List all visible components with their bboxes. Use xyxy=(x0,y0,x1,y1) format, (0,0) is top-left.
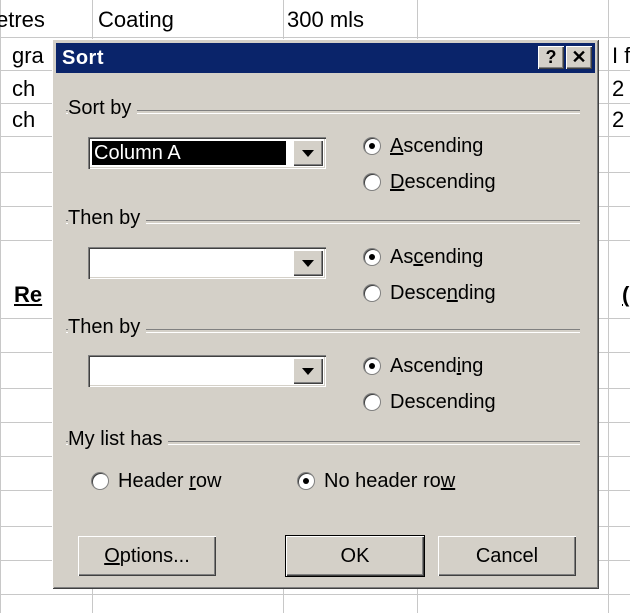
then-by-1-value xyxy=(92,251,286,275)
cell-row1-col1[interactable]: etres xyxy=(0,8,45,32)
close-icon[interactable]: ✕ xyxy=(566,46,592,69)
header-row-label[interactable]: Header row xyxy=(118,470,221,492)
then-by-2-value xyxy=(92,359,286,383)
list-has-label: My list has xyxy=(68,428,169,450)
no-header-row-radio[interactable] xyxy=(298,473,314,489)
ok-button[interactable]: OK xyxy=(286,536,424,576)
then-by-1-ascending-radio[interactable] xyxy=(364,249,380,265)
then-by-1-descending-label[interactable]: Descending xyxy=(390,282,496,304)
then-by-2-descending-radio[interactable] xyxy=(364,394,380,410)
then-by-2-ascending-label[interactable]: Ascending xyxy=(390,355,483,377)
cell-heading-left[interactable]: Re xyxy=(14,283,42,307)
cell-row2-right[interactable]: I f xyxy=(612,44,630,68)
cell-row3-right[interactable]: 2 xyxy=(612,77,624,101)
then-by-2-ascending-radio[interactable] xyxy=(364,358,380,374)
sort-by-descending-label[interactable]: Descending xyxy=(390,171,496,193)
header-row-radio[interactable] xyxy=(92,473,108,489)
cell-row2-col1[interactable]: gra xyxy=(12,44,44,68)
no-header-row-label[interactable]: No header row xyxy=(324,470,455,492)
sort-by-dropdown[interactable]: Column A xyxy=(88,137,326,169)
cell-row3-col1[interactable]: ch xyxy=(12,77,35,101)
then-by-2-dropdown[interactable] xyxy=(88,355,326,387)
chevron-down-icon[interactable] xyxy=(293,250,323,276)
help-icon[interactable]: ? xyxy=(538,46,564,69)
cancel-button[interactable]: Cancel xyxy=(438,536,576,576)
sort-by-value: Column A xyxy=(92,141,286,165)
sort-by-ascending-radio[interactable] xyxy=(364,138,380,154)
cell-row4-right[interactable]: 2 xyxy=(612,108,624,132)
cell-heading-right[interactable]: ( xyxy=(622,283,629,307)
sort-by-label: Sort by xyxy=(68,97,138,119)
sort-by-groupline xyxy=(66,110,580,114)
then-by-1-label: Then by xyxy=(68,207,147,229)
sort-dialog: Sort ? ✕ Sort by Column A Ascending Desc… xyxy=(52,39,599,589)
then-by-2-label: Then by xyxy=(68,316,147,338)
cell-row1-col2[interactable]: Coating xyxy=(98,8,174,32)
then-by-1-descending-radio[interactable] xyxy=(364,285,380,301)
chevron-down-icon[interactable] xyxy=(293,358,323,384)
then-by-2-descending-label[interactable]: Descending xyxy=(390,391,496,413)
sort-by-descending-radio[interactable] xyxy=(364,174,380,190)
sort-by-ascending-label[interactable]: Ascending xyxy=(390,135,483,157)
dialog-title: Sort xyxy=(62,47,104,69)
then-by-1-ascending-label[interactable]: Ascending xyxy=(390,246,483,268)
cell-row1-col3[interactable]: 300 mls xyxy=(287,8,364,32)
cell-row4-col1[interactable]: ch xyxy=(12,108,35,132)
chevron-down-icon[interactable] xyxy=(293,140,323,166)
then-by-1-dropdown[interactable] xyxy=(88,247,326,279)
dialog-titlebar[interactable]: Sort ? ✕ xyxy=(56,43,595,73)
options-button[interactable]: Options... xyxy=(78,536,216,576)
